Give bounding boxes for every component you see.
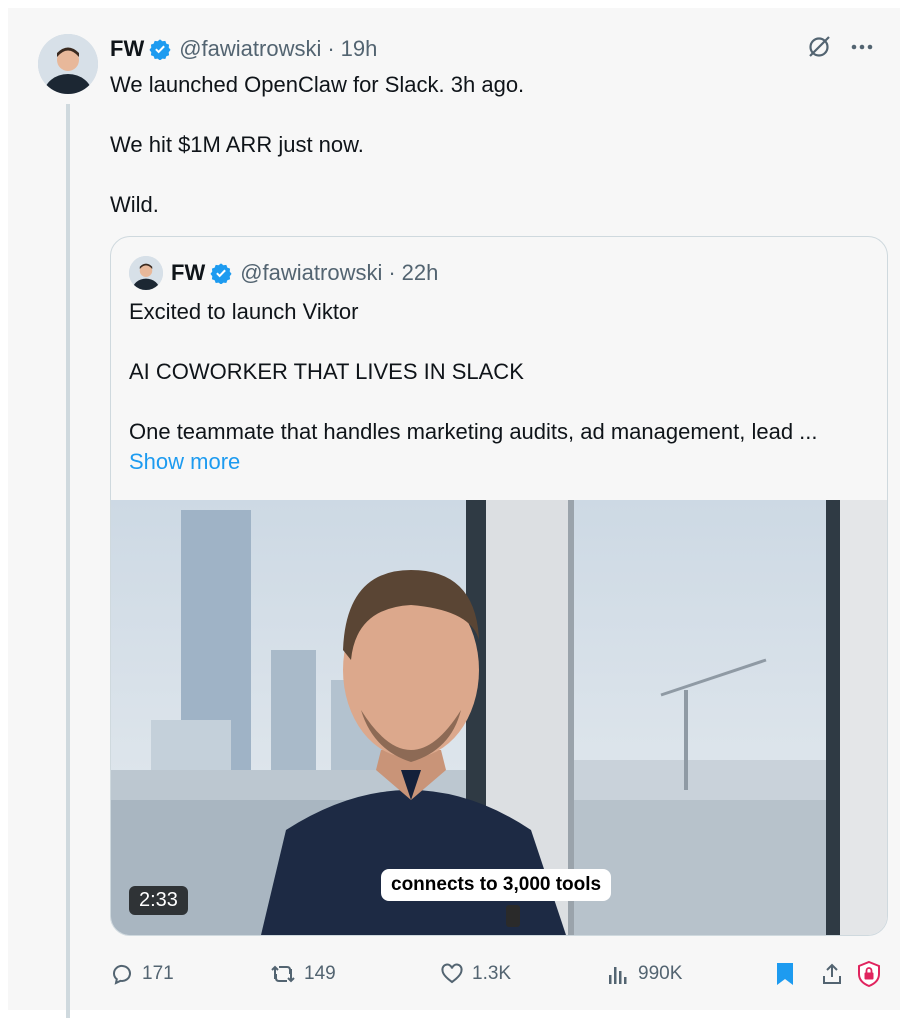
tweet-card: FW @fawiatrowski · 19h We launched OpenC…: [8, 8, 900, 1018]
repost-count: 149: [304, 963, 336, 984]
like-button[interactable]: 1.3K: [440, 962, 511, 986]
quote-line: One teammate that handles marketing audi…: [129, 419, 818, 444]
reply-button[interactable]: 171: [110, 962, 174, 986]
like-count: 1.3K: [472, 963, 512, 984]
tweet-time[interactable]: 19h: [341, 36, 378, 62]
quoted-tweet[interactable]: FW @fawiatrowski · 22h Excited to launch…: [110, 236, 888, 936]
quote-line: AI COWORKER THAT LIVES IN SLACK: [129, 359, 524, 384]
repost-icon: [270, 962, 296, 986]
quote-author-handle: @fawiatrowski: [240, 260, 383, 285]
heart-icon: [440, 962, 464, 986]
video-caption: connects to 3,000 tools: [381, 869, 612, 901]
video-player[interactable]: 2:33 connects to 3,000 tools: [111, 500, 887, 935]
reply-icon: [110, 962, 134, 986]
tweet-line: We hit $1M ARR just now.: [110, 132, 364, 157]
tweet-line: Wild.: [110, 192, 159, 217]
share-icon: [820, 962, 844, 986]
verified-badge-icon: [210, 262, 232, 284]
shield-lock-icon: [856, 960, 882, 988]
thread-line: [66, 104, 70, 1018]
quote-line: Excited to launch Viktor: [129, 299, 359, 324]
repost-button[interactable]: 149: [270, 962, 336, 986]
author-handle[interactable]: @fawiatrowski: [179, 36, 321, 62]
quote-text: Excited to launch Viktor AI COWORKER THA…: [129, 297, 869, 477]
video-duration: 2:33: [129, 886, 188, 915]
grok-icon[interactable]: [806, 34, 832, 60]
bookmark-button[interactable]: [774, 961, 796, 987]
avatar[interactable]: [38, 34, 98, 94]
views-button[interactable]: 990K: [608, 962, 682, 986]
views-count: 990K: [638, 963, 683, 984]
verified-badge-icon: [149, 38, 171, 60]
separator-dot: ·: [327, 36, 335, 61]
action-bar: 171 149 1.3K 990K: [110, 958, 884, 990]
show-more-link[interactable]: Show more: [129, 449, 240, 474]
bookmark-icon: [774, 961, 796, 987]
views-icon: [608, 962, 630, 986]
quote-time: 22h: [401, 260, 439, 285]
quote-avatar: [129, 256, 163, 290]
quote-author-name: FW: [171, 260, 206, 285]
quote-header: FW @fawiatrowski · 22h: [129, 255, 438, 291]
reply-count: 171: [142, 963, 174, 984]
tweet-line: We launched OpenClaw for Slack. 3h ago.: [110, 72, 525, 97]
shield-lock-button[interactable]: [856, 960, 882, 988]
author-name[interactable]: FW: [110, 36, 144, 62]
top-icons: [806, 34, 874, 60]
tweet-header: FW @fawiatrowski · 19h: [110, 34, 377, 64]
more-icon[interactable]: [850, 43, 874, 51]
tweet-text: We launched OpenClaw for Slack. 3h ago. …: [110, 70, 870, 220]
share-button[interactable]: [820, 962, 844, 986]
separator-dot: ·: [388, 260, 396, 285]
